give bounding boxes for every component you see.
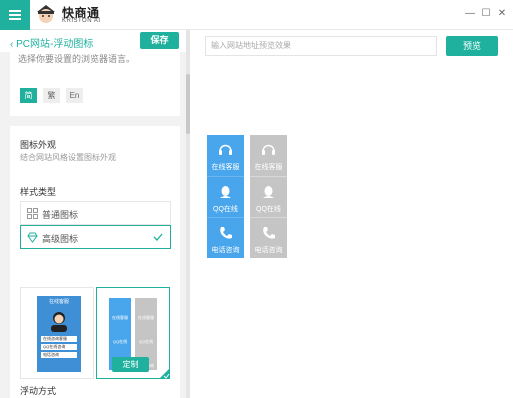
minimize-button[interactable]: —: [464, 8, 476, 20]
blue-phone-consult-label: 电话咨询: [211, 247, 240, 254]
url-input[interactable]: 输入网站地址预览效果: [205, 36, 437, 56]
style-option-normal[interactable]: 普通图标: [20, 201, 171, 225]
float-mode-title: 浮动方式: [20, 386, 57, 396]
back-link[interactable]: ‹ PC网站-浮动图标: [10, 35, 93, 50]
back-link-label: PC网站-浮动图标: [16, 39, 94, 50]
style-option-normal-label: 普通图标: [42, 210, 79, 220]
lang-english-button[interactable]: En: [66, 88, 83, 103]
lang-traditional-button[interactable]: 繁: [43, 88, 60, 103]
diamond-icon: [27, 232, 38, 243]
gray-online-service[interactable]: 在线客服: [250, 135, 287, 176]
maximize-button[interactable]: ☐: [480, 8, 492, 20]
gray-qq-online-label: QQ在线: [256, 206, 281, 213]
lang-simplified-button[interactable]: 简: [20, 88, 37, 103]
logo-icon: [37, 5, 55, 23]
style-type-title: 样式类型: [20, 187, 57, 197]
thumb-gray-item-2: QQ在线: [138, 339, 154, 344]
custom-button[interactable]: 定制: [112, 357, 149, 372]
blue-phone-consult[interactable]: 电话咨询: [207, 217, 244, 258]
qq-penguin-icon: [220, 186, 231, 198]
thumb-blue-item-2: QQ在线: [112, 339, 128, 344]
selected-corner-icon: [159, 368, 170, 379]
settings-panel: 选择你要设置的浏览器语言。 简 繁 En 图标外观 结合网站风格设置图标外观 样…: [0, 30, 190, 398]
thumb-gray-item-1: 在线客服: [138, 315, 154, 320]
panel-scrollbar-thumb[interactable]: [186, 74, 190, 134]
check-icon: [153, 233, 163, 241]
thumb-normal-item-3: 电话咨询: [41, 352, 77, 358]
thumb-normal-title: 在线客服: [48, 299, 69, 305]
style-option-advanced[interactable]: 高级图标: [20, 225, 171, 249]
preview-button[interactable]: 预览: [446, 36, 498, 56]
brand-subtitle: KRISTON AI: [62, 18, 101, 24]
headset-icon: [219, 144, 232, 155]
language-card: 选择你要设置的浏览器语言。: [10, 52, 180, 116]
agent-avatar-icon: [51, 312, 67, 332]
phone-icon: [220, 227, 232, 239]
appearance-title: 图标外观: [20, 140, 57, 150]
chevron-left-icon: ‹: [10, 39, 14, 50]
blue-qq-online[interactable]: QQ在线: [207, 176, 244, 217]
language-description: 选择你要设置的浏览器语言。: [18, 54, 136, 64]
float-icons-gray: 在线客服 QQ在线 电话咨询: [250, 135, 287, 258]
title-bar: 快商通 KRISTON AI — ☐ ✕: [0, 0, 513, 30]
panel-header: ‹ PC网站-浮动图标 保存: [0, 30, 190, 52]
close-button[interactable]: ✕: [496, 8, 508, 20]
menu-button[interactable]: [0, 0, 30, 30]
gray-phone-consult[interactable]: 电话咨询: [250, 217, 287, 258]
headset-icon: [262, 144, 275, 155]
gray-phone-consult-label: 电话咨询: [254, 247, 283, 254]
style-thumb-normal[interactable]: 在线客服 在线咨询客服 QQ在线咨询 电话咨询: [20, 287, 94, 379]
thumb-blue-item-1: 在线客服: [112, 315, 128, 320]
blue-online-service-label: 在线客服: [211, 164, 240, 171]
appearance-description: 结合网站风格设置图标外观: [20, 153, 116, 162]
style-option-advanced-label: 高级图标: [42, 234, 79, 244]
gray-online-service-label: 在线客服: [254, 164, 283, 171]
phone-icon: [263, 227, 275, 239]
gray-qq-online[interactable]: QQ在线: [250, 176, 287, 217]
blue-qq-online-label: QQ在线: [213, 206, 238, 213]
save-button[interactable]: 保存: [140, 32, 179, 49]
thumb-normal-panel: 在线客服 在线咨询客服 QQ在线咨询 电话咨询: [37, 296, 81, 372]
thumb-normal-item-2: QQ在线咨询: [41, 344, 77, 350]
float-icons-blue: 在线客服 QQ在线 电话咨询: [207, 135, 244, 258]
thumb-normal-item-1: 在线咨询客服: [41, 336, 77, 342]
grid-icon: [27, 208, 38, 219]
qq-penguin-icon: [263, 186, 274, 198]
blue-online-service[interactable]: 在线客服: [207, 135, 244, 176]
